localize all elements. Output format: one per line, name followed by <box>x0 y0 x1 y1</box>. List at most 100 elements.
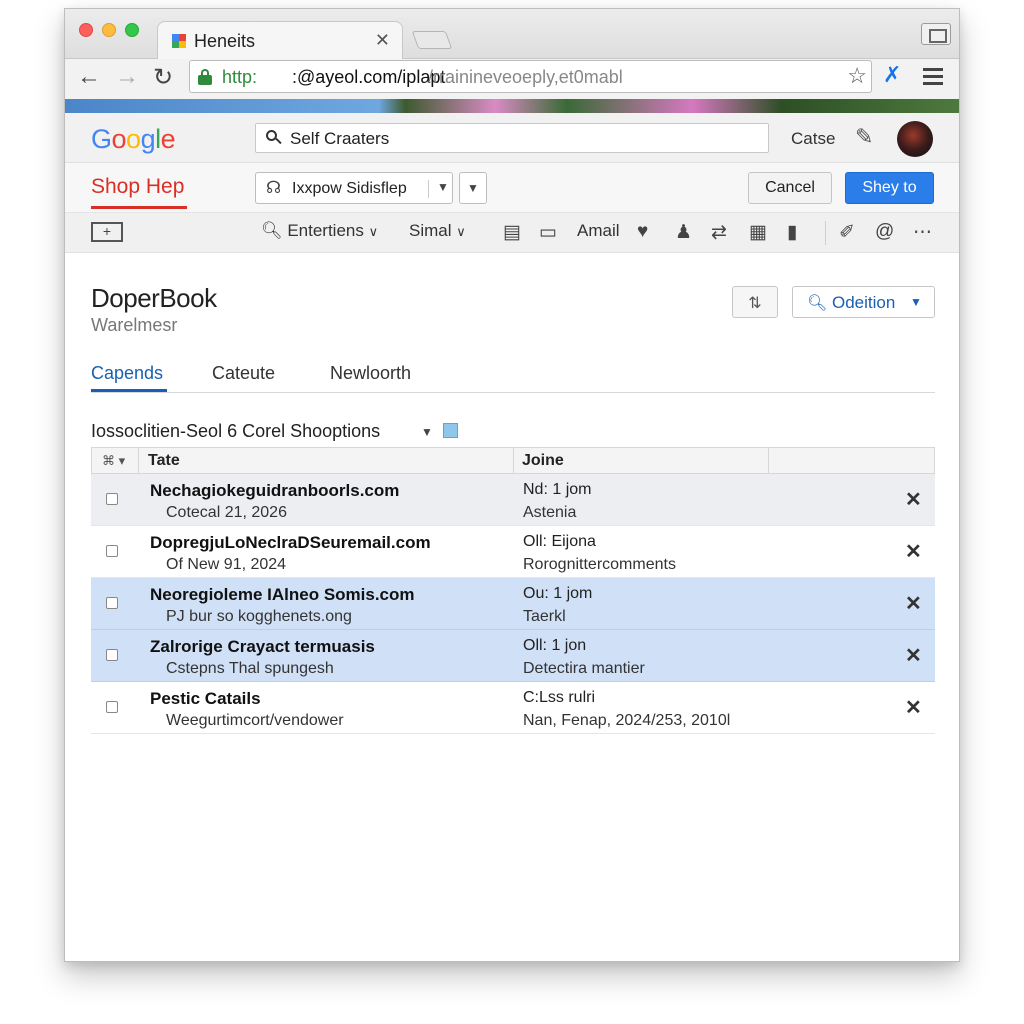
option-label: Odeition <box>832 293 896 312</box>
navigation-bar: ← → ↻ http: :@ayeol.com/iplapt /rrainine… <box>65 59 959 99</box>
primary-action-button[interactable]: Shey to <box>845 172 934 204</box>
page-title: DoperBook <box>91 283 217 313</box>
browser-window: Heneits ✕ ← → ↻ http: :@ayeol.com/iplapt… <box>64 8 960 962</box>
swap-icon[interactable]: ⇄ <box>711 221 727 244</box>
search-input[interactable]: Self Craaters <box>255 123 769 153</box>
row-join-secondary: Astenia <box>523 504 577 521</box>
row-title: DopregjuLoNeclraDSeuremail.com <box>150 533 431 552</box>
cancel-button[interactable]: Cancel <box>748 172 832 204</box>
row-checkbox[interactable] <box>106 493 118 505</box>
bookmark-star-icon[interactable]: ☆ <box>847 63 867 89</box>
table-row[interactable]: Nechagiokeguidranboorls.com Cotecal 21, 2… <box>91 474 935 526</box>
table-body: Nechagiokeguidranboorls.com Cotecal 21, 2… <box>91 474 935 734</box>
address-bar[interactable]: http: :@ayeol.com/iplapt /rrainineveoepl… <box>189 60 872 93</box>
logo-letter: e <box>160 124 176 154</box>
laptop-icon[interactable]: ▭ <box>539 221 557 244</box>
row-join-primary: Oll: 1 jon <box>523 637 587 654</box>
info-icon[interactable] <box>443 423 458 438</box>
pin-icon[interactable]: ✐ <box>839 221 855 244</box>
tab-strip: Heneits ✕ <box>65 9 959 59</box>
entertiens-menu[interactable]: 🔍︎ Entertiens ∨ <box>261 221 378 241</box>
avatar[interactable] <box>897 121 933 157</box>
people-icon[interactable]: ♟ <box>675 221 692 244</box>
headset-icon: ☊ <box>266 178 282 197</box>
remove-row-icon[interactable]: ✕ <box>905 695 922 720</box>
url-path: /rrainineveoeply,et0mabl <box>428 67 623 87</box>
tab-capends[interactable]: Capends <box>91 363 163 384</box>
reload-icon[interactable]: ↻ <box>153 63 173 92</box>
table-row[interactable]: Zalrorige Crayact termuasis Cstepns Thal … <box>91 630 935 682</box>
document-icon[interactable]: ▤ <box>503 221 521 244</box>
chevron-down-icon: ∨ <box>456 224 466 239</box>
column-header-joine[interactable]: Joine <box>522 452 564 470</box>
google-logo[interactable]: Google <box>91 124 176 155</box>
remove-row-icon[interactable]: ✕ <box>905 487 922 512</box>
table-row[interactable]: DopregjuLoNeclraDSeuremail.com Of New 91,… <box>91 526 935 578</box>
more-icon[interactable]: ⋯ <box>913 221 932 244</box>
chevron-down-icon: ▼ <box>910 295 922 309</box>
row-subtitle: Of New 91, 2024 <box>166 556 287 573</box>
active-tab-indicator <box>91 389 167 392</box>
back-arrow-icon[interactable]: ← <box>77 63 101 91</box>
toolbar-divider <box>825 221 826 245</box>
tab-close-icon[interactable]: ✕ <box>375 30 390 51</box>
column-separator <box>513 448 514 474</box>
sort-button[interactable]: ⇅ <box>732 286 778 318</box>
extension-icon[interactable]: ✗ <box>883 62 901 88</box>
row-subtitle: Cstepns Thal spungesh <box>166 660 334 677</box>
forward-arrow-icon[interactable]: → <box>115 63 139 91</box>
formatting-toolbar: + 🔍︎ Entertiens ∨ Simal ∨ ▤ ▭ Amail ♥ ♟ … <box>65 213 959 253</box>
select-all-icon[interactable]: ⌘ ▾ <box>102 453 125 469</box>
table-row[interactable]: Pestic Catails Weegurtimcort/vendower C:Ls… <box>91 682 935 734</box>
results-table: ⌘ ▾ Tate Joine Nechagiokeguidranboorls.c… <box>91 447 935 734</box>
remove-row-icon[interactable]: ✕ <box>905 539 922 564</box>
tab-newloorth[interactable]: Newloorth <box>330 363 411 384</box>
app-title[interactable]: Shop Hep <box>91 175 184 199</box>
hamburger-menu-icon[interactable] <box>923 68 943 89</box>
sort-icon: ⇅ <box>748 295 762 312</box>
table-row[interactable]: Neoregioleme IAlneo Somis.com PJ bur so k… <box>91 578 935 630</box>
row-join-primary: Ou: 1 jom <box>523 585 593 602</box>
row-checkbox[interactable] <box>106 597 118 609</box>
entertiens-label: Entertiens <box>287 221 364 240</box>
file-icon[interactable]: ▮ <box>787 221 797 244</box>
row-checkbox[interactable] <box>106 701 118 713</box>
row-checkbox[interactable] <box>106 545 118 557</box>
calendar-icon[interactable]: ▦ <box>749 221 767 244</box>
view-select[interactable]: ☊ Ixxpow Sidisflep ▼ <box>255 172 453 204</box>
remove-row-icon[interactable]: ✕ <box>905 643 922 668</box>
row-title: Pestic Catails <box>150 689 261 708</box>
row-checkbox[interactable] <box>106 649 118 661</box>
column-header-tate[interactable]: Tate <box>148 452 180 470</box>
favicon-icon <box>172 34 186 48</box>
at-icon[interactable]: @ <box>875 221 894 243</box>
new-tab-button[interactable] <box>411 31 453 49</box>
lock-icon <box>198 69 212 85</box>
bird-icon[interactable]: ♥ <box>637 221 648 243</box>
chevron-down-icon[interactable]: ▼ <box>421 425 433 439</box>
minimize-window-button[interactable] <box>102 23 116 37</box>
add-icon[interactable]: + <box>91 222 123 242</box>
window-mode-button[interactable] <box>921 23 951 45</box>
pin-icon[interactable]: ✎ <box>855 124 873 150</box>
tab-title: Heneits <box>194 31 256 51</box>
chevron-down-icon: ▼ <box>428 180 449 198</box>
header-label[interactable]: Catse <box>791 129 835 149</box>
close-window-button[interactable] <box>79 23 93 37</box>
more-select-button[interactable]: ▼ <box>459 172 487 204</box>
search-icon: 🔍︎ <box>261 221 283 240</box>
remove-row-icon[interactable]: ✕ <box>905 591 922 616</box>
browser-tab[interactable]: Heneits ✕ <box>157 21 403 59</box>
row-join-primary: C:Lss rulri <box>523 689 596 706</box>
logo-letter: o <box>126 124 141 154</box>
simal-menu[interactable]: Simal ∨ <box>409 221 466 241</box>
tab-cateute[interactable]: Cateute <box>212 363 275 384</box>
page-subtitle: Warelmesr <box>91 315 178 335</box>
row-join-secondary: Rorognittercomments <box>523 556 676 573</box>
maximize-window-button[interactable] <box>125 23 139 37</box>
amail-button[interactable]: Amail <box>577 221 620 241</box>
logo-letter: g <box>140 124 156 154</box>
app-title-underline <box>91 206 187 209</box>
option-dropdown[interactable]: 🔍︎ Odeition ▼ <box>792 286 935 318</box>
row-join-secondary: Detectira mantier <box>523 660 645 677</box>
